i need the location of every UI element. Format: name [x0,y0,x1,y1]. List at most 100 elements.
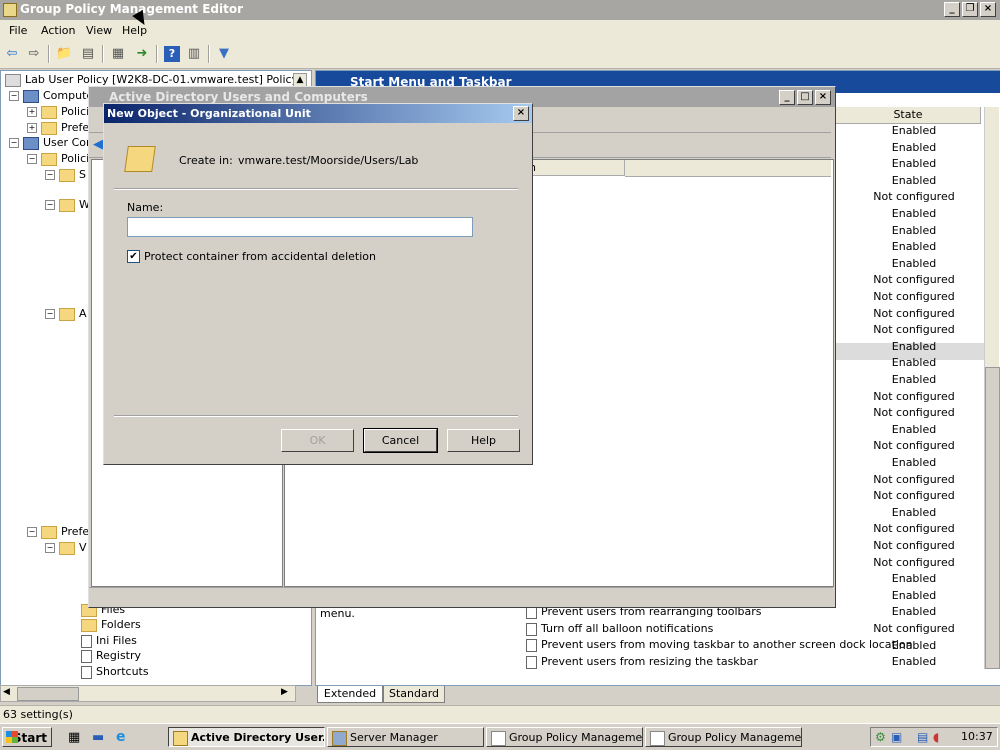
export-list-icon[interactable]: ➜ [134,46,150,62]
restore-button[interactable]: ❐ [962,2,978,17]
aduc-maximize-button[interactable]: □ [797,90,813,105]
setting-state: Not configured [873,306,955,320]
tree-item-label: Prefe [61,525,90,538]
menu-file[interactable]: File [9,24,27,37]
filter-icon[interactable]: ▼ [216,46,232,62]
tab-standard[interactable]: Standard [383,686,445,703]
taskbar-item-gpm-1[interactable]: Group Policy Managemen... [486,727,643,747]
vmware-tools-icon[interactable]: ▣ [891,730,902,744]
aduc-minimize-button[interactable]: _ [779,90,795,105]
taskbar-item-label: Group Policy Managemen... [509,731,643,744]
tree-item-ini-files[interactable]: Ini Files [81,634,137,650]
back-icon[interactable]: ⇦ [4,46,20,62]
setting-state: Enabled [891,140,937,154]
show-desktop-icon[interactable]: ▬ [92,730,104,745]
setting-state: Enabled [891,157,937,171]
taskbar-item-label: Group Policy Managemen... [668,731,802,744]
taskbar: Start ▦ ▬ e Active Directory User... Ser… [0,723,1000,750]
internet-explorer-icon[interactable]: e [116,729,126,745]
settings-vscrollbar[interactable] [984,107,1000,669]
tree-item-shortcuts[interactable]: Shortcuts [81,665,149,681]
help-icon[interactable]: ? [164,46,180,62]
tree-hscrollbar[interactable]: ◀ ▶ [0,685,296,702]
server-manager-quicklaunch-icon[interactable]: ▦ [68,730,80,745]
scroll-right-icon[interactable]: ▶ [281,687,288,697]
aduc-close-button[interactable]: × [815,90,831,105]
windows-logo-icon [6,731,18,743]
tree-item-user[interactable]: − User Con [9,136,93,152]
cancel-button[interactable]: Cancel [363,428,438,453]
setting-row[interactable]: Prevent users from resizing the taskbar [526,654,866,670]
dialog-close-button[interactable]: × [513,106,529,121]
start-button[interactable]: Start [2,727,52,747]
setting-state: Not configured [873,323,955,337]
network-icon[interactable]: ⚙ [875,730,886,744]
setting-name: Prevent users from resizing the taskbar [541,655,758,668]
help-button[interactable]: Help [447,429,520,452]
menu-action[interactable]: Action [41,24,75,37]
dialog-title: New Object - Organizational Unit [107,107,311,120]
taskbar-item-gpm-2[interactable]: Group Policy Managemen... [645,727,802,747]
tree-item[interactable]: − S [45,168,86,184]
scroll-left-icon[interactable]: ◀ [3,687,10,697]
tree-item[interactable]: − Polici [27,152,89,168]
tree-item[interactable]: + Prefe [27,121,89,137]
window-title: Group Policy Management Editor [20,2,244,16]
tree-item-label: Prefe [61,121,90,134]
close-button[interactable]: × [980,2,996,17]
system-tray: ⚙ ▣ ▤ ◖ 10:37 [870,727,998,747]
protect-label: Protect container from accidental deleti… [144,250,376,263]
show-action-pane-icon[interactable]: ▥ [186,46,202,62]
tree-item[interactable]: − A [45,307,87,323]
setting-state: Not configured [873,389,955,403]
monitor-icon[interactable]: ▤ [917,730,928,744]
aduc-back-icon[interactable]: ◀ [93,137,103,152]
taskbar-item-server-manager[interactable]: Server Manager [327,727,484,747]
taskbar-item-label: Server Manager [350,731,438,744]
show-hide-tree-icon[interactable]: ▤ [80,46,96,62]
dialog-titlebar: New Object - Organizational Unit × [104,104,532,123]
clock[interactable]: 10:37 [961,730,993,743]
aduc-column-header-2[interactable] [625,160,831,177]
setting-state: Enabled [891,256,937,270]
setting-state: Enabled [891,655,937,669]
tree-item[interactable]: − W [45,198,90,214]
up-folder-icon[interactable]: 📁 [56,46,72,62]
taskbar-item-aduc[interactable]: Active Directory User... [168,727,325,747]
tree-item-folders[interactable]: Folders [81,618,141,634]
minimize-button[interactable]: _ [944,2,960,17]
scroll-thumb[interactable] [985,367,1000,669]
setting-state: Enabled [891,124,937,137]
tree-item-label: Polici [61,105,90,118]
ok-button[interactable]: OK [281,429,354,452]
name-input[interactable] [127,217,473,237]
column-header-state[interactable]: State [836,107,981,124]
setting-state: Enabled [891,456,937,469]
setting-row[interactable]: Turn off all balloon notifications [526,621,866,637]
scroll-thumb[interactable] [17,687,79,701]
tree-item-computer[interactable]: − Compute [9,89,93,105]
setting-state: Not configured [873,439,955,453]
status-text: 63 setting(s) [3,708,73,721]
menu-view[interactable]: View [86,24,112,37]
tab-extended[interactable]: Extended [317,686,383,703]
forward-icon[interactable]: ⇨ [26,46,42,62]
setting-row[interactable]: Prevent users from moving taskbar to ano… [526,637,913,653]
create-in-label: Create in: [179,154,233,167]
properties-icon[interactable]: ▦ [110,46,126,62]
tree-item[interactable]: − V [45,541,87,557]
setting-state: Enabled [891,207,937,220]
tree-item[interactable]: − Prefe [27,525,89,541]
tree-root-label: Lab User Policy [W2K8-DC-01.vmware.test]… [25,73,299,86]
protect-checkbox[interactable]: ✔ [127,250,140,263]
new-ou-dialog: New Object - Organizational Unit × Creat… [103,103,533,465]
setting-state: Enabled [891,223,937,237]
setting-name: Prevent users from moving taskbar to ano… [541,638,913,651]
volume-muted-icon[interactable]: ◖ [933,730,939,744]
toolbar: ⇦ ⇨ 📁 ▤ ▦ ➜ ? ▥ ▼ [0,40,1000,69]
menu-help[interactable]: Help [122,24,147,37]
setting-name: Turn off all balloon notifications [541,622,714,635]
description-text: menu. [320,607,355,620]
tree-item-registry[interactable]: Registry [81,649,141,665]
tree-item[interactable]: + Polici [27,105,89,121]
